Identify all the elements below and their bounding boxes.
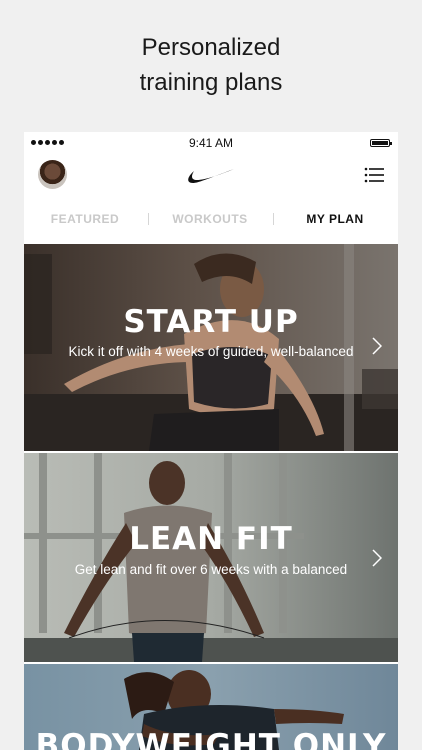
status-bar: 9:41 AM	[24, 132, 398, 154]
plan-card-start-up[interactable]: START UP Kick it off with 4 weeks of gui…	[24, 244, 398, 451]
tab-workouts[interactable]: WORKOUTS	[160, 212, 260, 226]
chevron-right-icon	[372, 549, 382, 567]
swoosh-icon	[188, 169, 234, 183]
phone-screen: 9:41 AM FEATURED WORKOUTS MY PLAN START …	[24, 132, 398, 750]
plan-photo	[24, 453, 398, 662]
tab-divider	[148, 213, 149, 225]
plan-title: LEAN FIT	[129, 521, 293, 557]
plan-title: BODYWEIGHT ONLY	[35, 728, 387, 750]
list-icon[interactable]	[364, 166, 384, 184]
tab-featured[interactable]: FEATURED	[35, 212, 135, 226]
plan-card-lean-fit[interactable]: LEAN FIT Get lean and fit over 6 weeks w…	[24, 453, 398, 662]
plan-card-bodyweight-only[interactable]: BODYWEIGHT ONLY	[24, 664, 398, 750]
avatar[interactable]	[38, 160, 67, 189]
headline-line-2: training plans	[139, 69, 283, 96]
headline: Personalized training plans	[0, 30, 422, 100]
chevron-right-icon	[372, 337, 382, 355]
tab-my-plan[interactable]: MY PLAN	[285, 212, 385, 226]
tab-bar: FEATURED WORKOUTS MY PLAN	[24, 198, 398, 242]
status-time: 9:41 AM	[188, 136, 234, 150]
nav-bar	[24, 154, 398, 198]
plan-description: Kick it off with 4 weeks of guided, well…	[68, 344, 354, 359]
plan-title: START UP	[123, 304, 299, 340]
battery-icon	[370, 139, 392, 147]
plan-description: Get lean and fit over 6 weeks with a bal…	[74, 562, 348, 577]
headline-line-1: Personalized	[141, 34, 281, 61]
tab-divider	[273, 213, 274, 225]
